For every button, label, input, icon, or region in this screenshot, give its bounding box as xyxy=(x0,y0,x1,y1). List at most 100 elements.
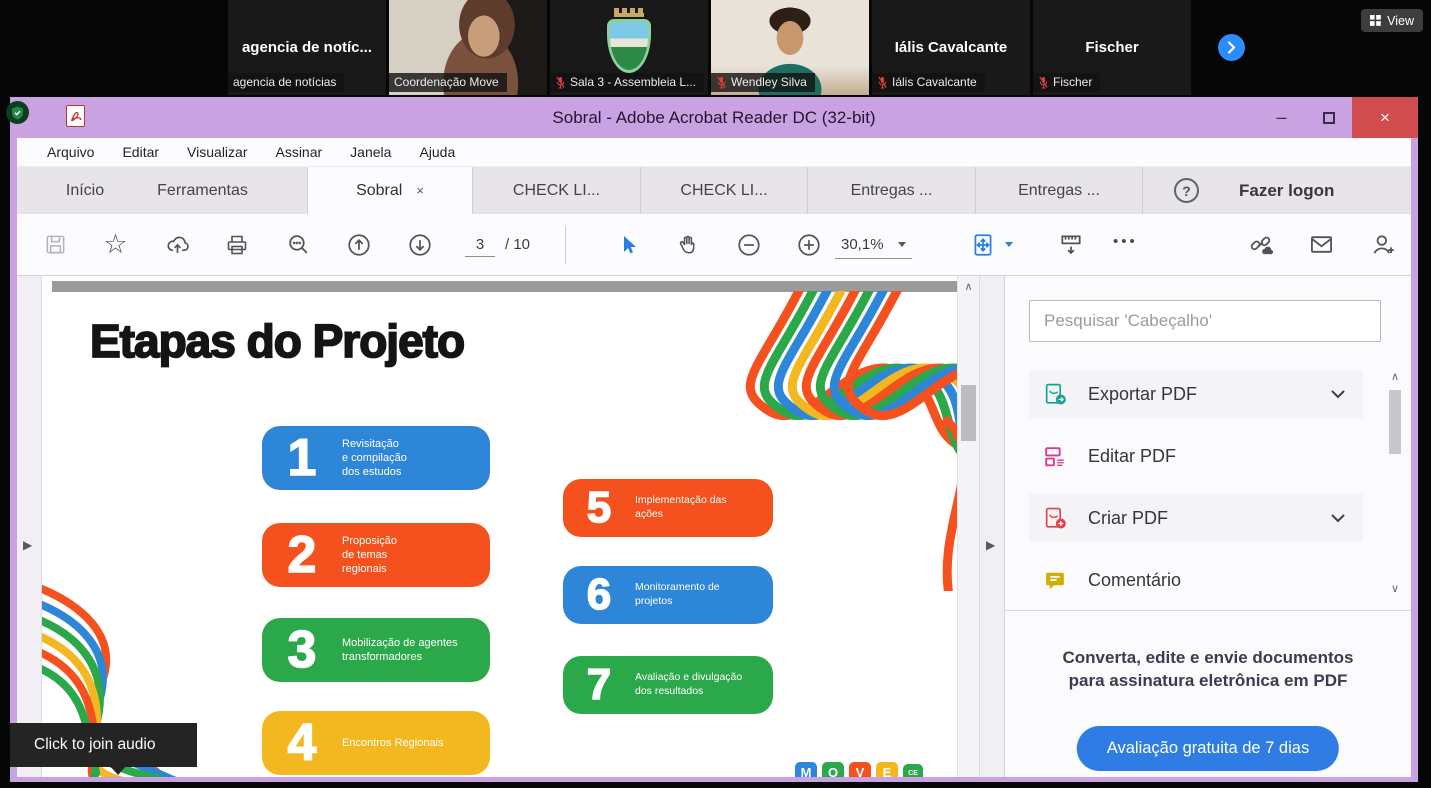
tab-ferramentas[interactable]: Ferramentas xyxy=(140,167,265,214)
menu-bar: Arquivo Editar Visualizar Assinar Janela… xyxy=(17,138,1411,167)
save-button[interactable] xyxy=(42,231,69,258)
select-tool-button[interactable] xyxy=(615,231,642,258)
participant-tile-sala3[interactable]: Sala 3 - Assembleia L... xyxy=(550,0,708,95)
step-2: 2 Proposição de temas regionais xyxy=(262,523,490,587)
participant-label: Fischer xyxy=(1033,73,1100,92)
zoom-participant-strip: agencia de notíc... agencia de notícias … xyxy=(0,0,1431,95)
previous-page-button[interactable] xyxy=(345,231,372,258)
person-add-icon xyxy=(1370,231,1397,258)
zoom-level-control[interactable]: 30,1% xyxy=(835,236,912,259)
zoom-out-button[interactable] xyxy=(735,231,762,258)
tool-export-pdf[interactable]: Exportar PDF xyxy=(1029,370,1363,418)
participant-tile-ialis[interactable]: Iális Cavalcante Iális Cavalcante xyxy=(872,0,1030,95)
step-number: 5 xyxy=(563,486,635,530)
scrollbar-thumb[interactable] xyxy=(1389,390,1401,454)
chevron-down-icon[interactable] xyxy=(1331,390,1345,399)
participant-label: Coordenação Move xyxy=(389,73,507,92)
plus-circle-icon xyxy=(796,232,822,258)
tab-inicio[interactable]: Início xyxy=(40,167,130,214)
more-tools-button[interactable]: ••• xyxy=(1113,233,1138,250)
pdf-page[interactable]: Etapas do Projeto 1 Revisitação e compil… xyxy=(42,276,957,777)
menu-assinar[interactable]: Assinar xyxy=(275,144,322,160)
search-button[interactable] xyxy=(285,231,312,258)
menu-janela[interactable]: Janela xyxy=(350,144,391,160)
step-label: Monitoramento de projetos xyxy=(635,581,720,608)
tool-create-pdf[interactable]: Criar PDF xyxy=(1029,494,1363,542)
scrollbar-thumb[interactable] xyxy=(961,385,976,441)
view-button-label: View xyxy=(1387,14,1414,28)
tool-edit-pdf[interactable]: Editar PDF xyxy=(1029,432,1363,480)
fit-page-button[interactable] xyxy=(969,231,996,258)
panel-scrollbar[interactable]: ∧ ∨ xyxy=(1387,370,1403,608)
tab-check-list-1[interactable]: CHECK LI... xyxy=(472,167,640,214)
participant-tile-coordenacao-move[interactable]: Coordenação Move xyxy=(389,0,547,95)
maximize-button[interactable] xyxy=(1305,97,1352,138)
tab-check-list-2[interactable]: CHECK LI... xyxy=(640,167,807,214)
menu-arquivo[interactable]: Arquivo xyxy=(47,144,94,160)
promo-line-1: Converta, edite e envie documentos xyxy=(1005,646,1411,669)
menu-visualizar[interactable]: Visualizar xyxy=(187,144,247,160)
scroll-up-icon[interactable]: ∧ xyxy=(1387,370,1403,383)
close-tab-icon[interactable]: × xyxy=(416,183,424,198)
left-panel-rail[interactable]: ▶ xyxy=(17,276,42,777)
tab-sobral[interactable]: Sobral × xyxy=(307,167,472,214)
participant-tile-wendley[interactable]: Wendley Silva xyxy=(711,0,869,95)
chevron-down-icon[interactable] xyxy=(1005,242,1013,247)
minimize-button[interactable]: – xyxy=(1258,97,1305,138)
zoom-in-button[interactable] xyxy=(795,231,822,258)
titlebar[interactable]: Sobral - Adobe Acrobat Reader DC (32-bit… xyxy=(17,97,1411,138)
right-panel-rail[interactable]: ▶ xyxy=(979,276,1004,777)
search-input[interactable] xyxy=(1029,300,1381,342)
expand-left-panel-icon[interactable]: ▶ xyxy=(23,538,32,552)
chevron-down-icon[interactable] xyxy=(1331,514,1345,523)
share-link-button[interactable] xyxy=(1247,231,1274,258)
toolbar: ☆ 3 / 10 xyxy=(17,214,1411,276)
tab-entregas-2[interactable]: Entregas ... xyxy=(975,167,1143,214)
page-number-input[interactable]: 3 xyxy=(465,236,495,257)
page-display-button[interactable] xyxy=(1057,231,1084,258)
printer-icon xyxy=(225,233,249,257)
menu-editar[interactable]: Editar xyxy=(122,144,159,160)
step-number: 1 xyxy=(262,432,342,484)
window-controls: – × xyxy=(1258,97,1418,138)
panel-divider xyxy=(1005,610,1411,611)
mic-muted-icon xyxy=(1038,76,1049,89)
next-participants-button[interactable] xyxy=(1218,34,1245,61)
print-button[interactable] xyxy=(223,231,250,258)
scroll-up-icon[interactable]: ∧ xyxy=(958,280,979,293)
step-1: 1 Revisitação e compilação dos estudos xyxy=(262,426,490,490)
step-number: 6 xyxy=(563,573,635,617)
free-trial-button[interactable]: Avaliação gratuita de 7 dias xyxy=(1077,726,1339,771)
pdf-scrollbar[interactable]: ∧ xyxy=(957,276,979,777)
invite-person-button[interactable] xyxy=(1370,231,1397,258)
close-button[interactable]: × xyxy=(1352,97,1418,138)
tool-comment[interactable]: Comentário xyxy=(1029,556,1363,604)
ceara-crest-avatar xyxy=(599,8,659,73)
view-button[interactable]: View xyxy=(1361,9,1423,32)
screen: agencia de notíc... agencia de notícias … xyxy=(0,0,1431,788)
participant-tile-agencia[interactable]: agencia de notíc... agencia de notícias xyxy=(228,0,386,95)
window-title: Sobral - Adobe Acrobat Reader DC (32-bit… xyxy=(17,97,1411,138)
hand-tool-button[interactable] xyxy=(675,231,702,258)
expand-right-panel-icon[interactable]: ▶ xyxy=(986,538,995,552)
favorite-button[interactable]: ☆ xyxy=(102,231,129,258)
tab-entregas-1[interactable]: Entregas ... xyxy=(807,167,975,214)
next-page-button[interactable] xyxy=(406,231,433,258)
step-7: 7 Avaliação e divulgação dos resultados xyxy=(563,656,773,714)
join-audio-tooltip[interactable]: Click to join audio xyxy=(10,723,197,767)
create-pdf-icon xyxy=(1042,506,1068,531)
page-total: / 10 xyxy=(505,236,530,253)
chevron-right-icon xyxy=(1227,41,1236,54)
participant-tile-fischer[interactable]: Fischer Fischer xyxy=(1033,0,1191,95)
email-button[interactable] xyxy=(1308,231,1335,258)
help-icon[interactable]: ? xyxy=(1174,178,1199,203)
participant-tiles: agencia de notíc... agencia de notícias … xyxy=(228,0,1191,95)
tool-label: Criar PDF xyxy=(1088,508,1168,529)
menu-ajuda[interactable]: Ajuda xyxy=(419,144,455,160)
scroll-down-icon[interactable]: ∨ xyxy=(1387,582,1403,595)
grid-view-icon xyxy=(1370,15,1381,26)
sign-in-button[interactable]: Fazer logon xyxy=(1239,167,1334,214)
tool-label: Editar PDF xyxy=(1088,446,1176,467)
step-number: 4 xyxy=(262,717,342,769)
share-cloud-button[interactable] xyxy=(164,231,191,258)
